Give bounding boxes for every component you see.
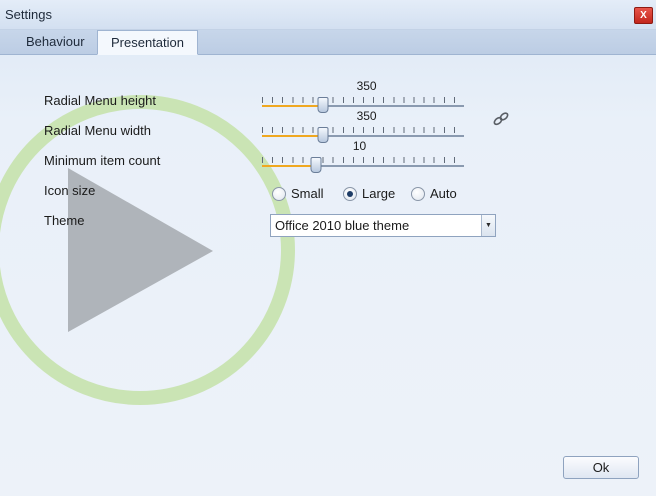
radio-label: Small (291, 186, 324, 201)
slider-thumb[interactable] (317, 127, 329, 143)
tab-strip: Behaviour Presentation (0, 30, 656, 55)
settings-window: Settings X Behaviour Presentation Radial… (0, 0, 656, 496)
slider-ticks (262, 97, 464, 103)
link-chain-icon[interactable] (492, 111, 510, 127)
slider-ticks (262, 127, 464, 133)
ok-button[interactable]: Ok (563, 456, 639, 479)
close-button[interactable]: X (634, 7, 653, 24)
play-icon (0, 95, 295, 405)
radial-height-value: 350 (356, 79, 377, 93)
chevron-down-icon[interactable]: ▼ (481, 215, 495, 236)
radial-width-label: Radial Menu width (44, 123, 151, 138)
theme-select-value: Office 2010 blue theme (275, 218, 410, 233)
slider-thumb[interactable] (317, 97, 329, 113)
min-items-label: Minimum item count (44, 153, 161, 168)
min-items-value: 10 (352, 139, 367, 153)
slider-fill (262, 165, 316, 167)
window-title: Settings (5, 7, 52, 22)
radio-button-icon[interactable] (411, 187, 425, 201)
radio-label: Large (362, 186, 396, 201)
radio-label: Auto (430, 186, 457, 201)
slider-thumb[interactable] (310, 157, 322, 173)
title-bar[interactable]: Settings X (0, 0, 656, 30)
radial-height-label: Radial Menu height (44, 93, 157, 108)
radial-width-value: 350 (356, 109, 377, 123)
slider-fill (262, 135, 323, 137)
theme-label: Theme (44, 213, 85, 228)
theme-select[interactable]: Office 2010 blue theme ▼ (270, 214, 496, 237)
slider-ticks (262, 157, 464, 163)
slider-fill (262, 105, 323, 107)
tab-behaviour[interactable]: Behaviour (13, 30, 98, 53)
min-items-slider[interactable]: 10 (260, 139, 466, 175)
icon-size-label: Icon size (44, 183, 96, 198)
tab-presentation[interactable]: Presentation (97, 30, 198, 55)
radio-button-icon[interactable] (272, 187, 286, 201)
radio-button-icon[interactable] (343, 187, 357, 201)
